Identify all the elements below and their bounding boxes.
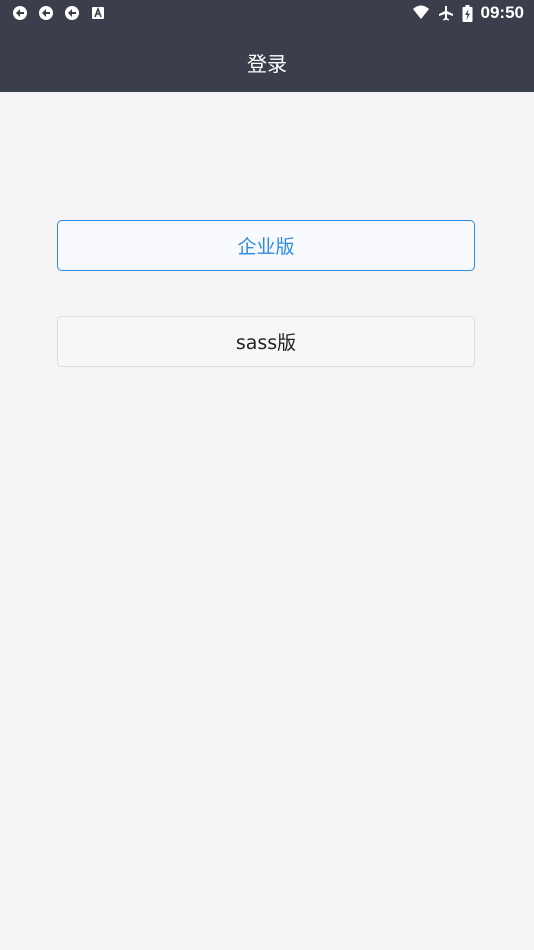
sass-edition-button[interactable]: sass版 bbox=[57, 316, 475, 367]
status-bar: 09:50 bbox=[0, 0, 534, 28]
enterprise-edition-label: 企业版 bbox=[237, 236, 295, 258]
page-title: 登录 bbox=[247, 52, 287, 76]
login-options: 企业版 sass版 bbox=[0, 92, 534, 950]
sass-edition-label: sass版 bbox=[235, 332, 297, 354]
wifi-icon bbox=[412, 5, 429, 19]
status-time: 09:50 bbox=[480, 3, 524, 22]
status-right-icons: 09:50 bbox=[412, 3, 524, 23]
app-header: 09:50 登录 bbox=[0, 0, 534, 92]
sync-icon bbox=[39, 6, 53, 20]
airplane-icon bbox=[438, 6, 453, 21]
sync-icon bbox=[13, 6, 27, 20]
enterprise-edition-button[interactable]: 企业版 bbox=[57, 220, 475, 271]
battery-icon bbox=[462, 4, 473, 22]
a-box-icon bbox=[92, 6, 104, 19]
sync-icon bbox=[65, 6, 79, 20]
status-left-icons bbox=[12, 5, 106, 21]
